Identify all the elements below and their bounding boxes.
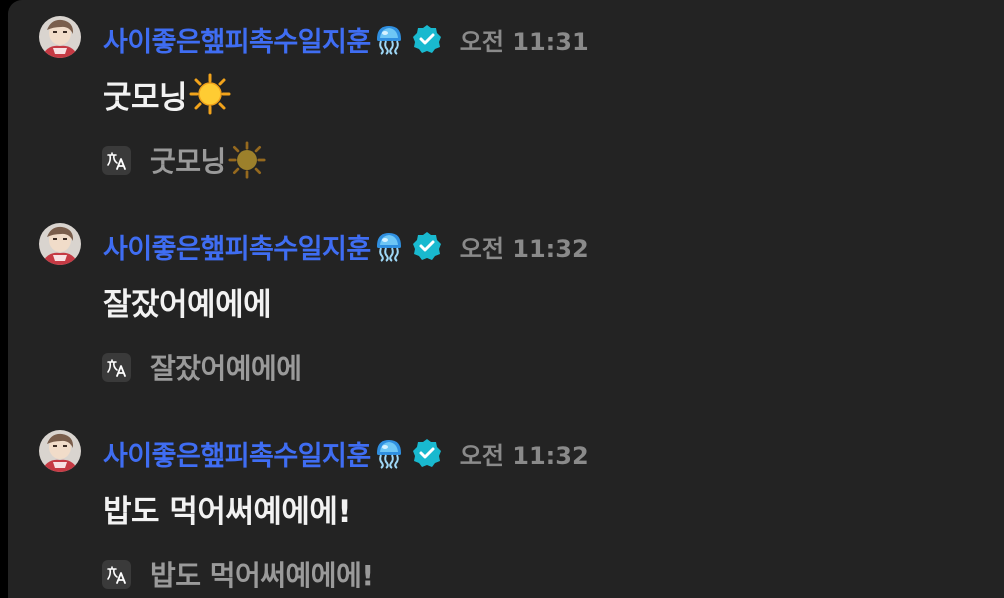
verified-icon (412, 231, 442, 261)
jellyfish-icon (373, 230, 405, 262)
translation-text: 밥도 먹어써예에에! (150, 559, 374, 592)
translation-row: 굿모닝 (102, 140, 266, 180)
avatar[interactable] (39, 223, 81, 265)
message-text: 굿모닝 (103, 79, 188, 116)
message-timestamp: 오전 11:32 (459, 234, 589, 263)
verified-icon (412, 24, 442, 54)
message-body: 굿모닝 (103, 72, 231, 116)
username[interactable]: 사이좋은햎피촉수일지훈 (103, 227, 371, 266)
translation-text: 잘잤어예에에 (150, 352, 302, 385)
jellyfish-icon (373, 23, 405, 55)
translation-row: 잘잤어예에에 (102, 347, 302, 387)
message-header: 사이좋은햎피촉수일지훈 오전 11:32 (103, 434, 589, 472)
username[interactable]: 사이좋은햎피촉수일지훈 (103, 434, 371, 473)
message-timestamp: 오전 11:32 (459, 441, 589, 470)
avatar[interactable] (39, 430, 81, 472)
translation-text: 굿모닝 (150, 145, 226, 178)
chat-message: 사이좋은햎피촉수일지훈 오전 11:31 굿모닝 굿모닝 (8, 0, 1004, 180)
translation-row: 밥도 먹어써예에에! (102, 554, 374, 594)
message-timestamp: 오전 11:31 (459, 27, 589, 56)
chat-message: 사이좋은햎피촉수일지훈 오전 11:32 (8, 414, 1004, 594)
message-body: 밥도 먹어써예에에! (103, 486, 352, 530)
chat-panel: 사이좋은햎피촉수일지훈 오전 11:31 굿모닝 굿모닝 사이좋은햎피촉수일지훈… (8, 0, 1004, 598)
translate-icon[interactable] (102, 145, 131, 175)
sun-icon (189, 73, 231, 115)
message-body: 잘잤어예에에 (103, 279, 272, 323)
message-header: 사이좋은햎피촉수일지훈 오전 11:31 (103, 20, 589, 58)
jellyfish-icon (373, 437, 405, 469)
username[interactable]: 사이좋은햎피촉수일지훈 (103, 20, 371, 59)
message-text: 잘잤어예에에 (103, 286, 272, 323)
translate-icon[interactable] (102, 352, 131, 382)
message-header: 사이좋은햎피촉수일지훈 오전 11:32 (103, 227, 589, 265)
chat-message: 사이좋은햎피촉수일지훈 오전 11:32 (8, 207, 1004, 387)
translate-icon[interactable] (102, 559, 131, 589)
sun-icon (228, 141, 266, 179)
verified-icon (412, 438, 442, 468)
message-text: 밥도 먹어써예에에! (103, 493, 352, 530)
avatar[interactable] (39, 16, 81, 58)
